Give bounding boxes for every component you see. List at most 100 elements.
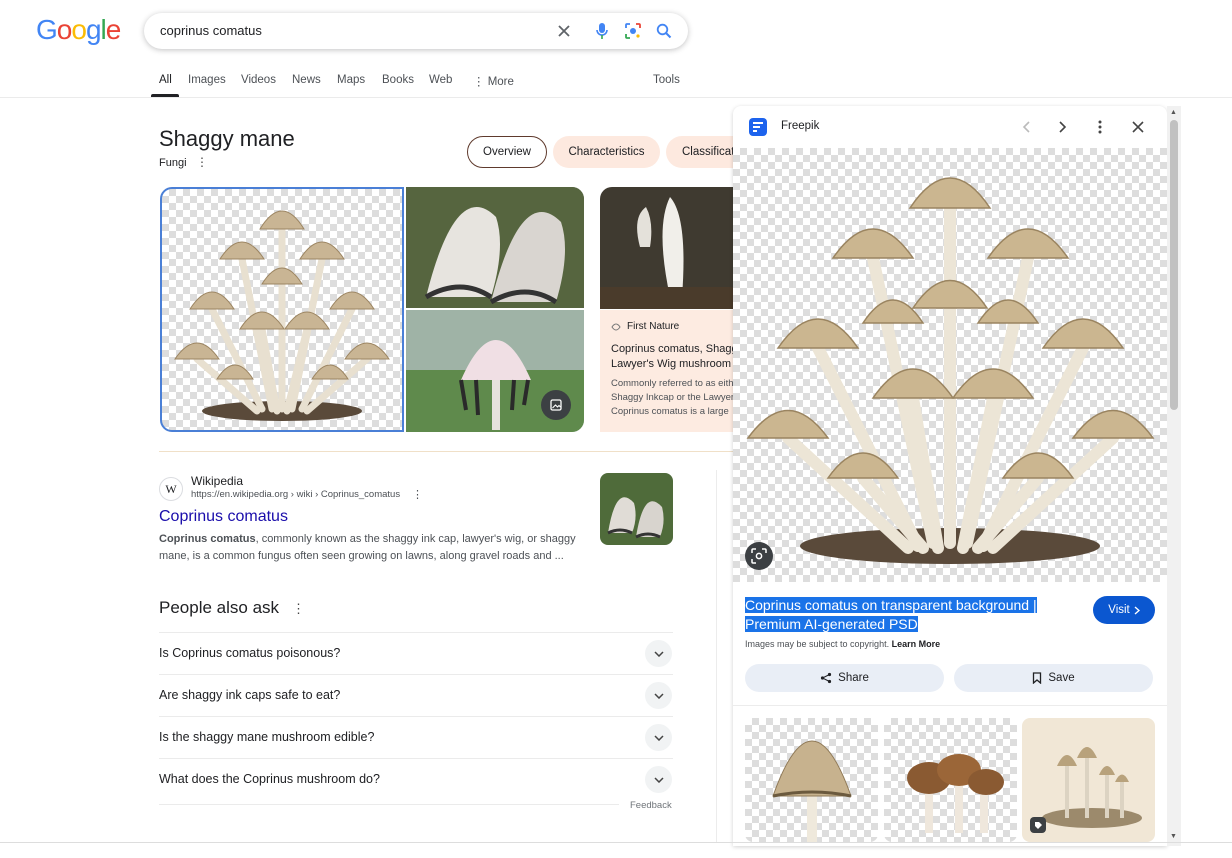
tab-all[interactable]: All xyxy=(159,74,172,86)
feedback-link[interactable]: Feedback xyxy=(630,800,672,811)
entity-title: Shaggy mane xyxy=(159,126,295,151)
share-icon xyxy=(821,672,832,684)
header-divider xyxy=(0,97,1232,98)
close-icon[interactable] xyxy=(1127,116,1149,138)
image-tile-shaggy-bottom[interactable] xyxy=(406,310,584,432)
more-dots-icon: ⋮ xyxy=(473,76,488,88)
search-box[interactable]: coprinus comatus xyxy=(144,13,688,49)
chevron-down-icon[interactable] xyxy=(645,724,672,751)
logo-letter: o xyxy=(56,14,73,45)
paa-question-text: Are shaggy ink caps safe to eat? xyxy=(159,688,341,702)
viewer-scrollbar[interactable]: ▲ ▼ xyxy=(1167,106,1181,846)
save-button[interactable]: Save xyxy=(954,664,1153,692)
paa-question-text: Is the shaggy mane mushroom edible? xyxy=(159,730,375,744)
search-icon[interactable] xyxy=(655,22,673,40)
first-nature-source: First Nature xyxy=(611,321,729,332)
first-nature-card[interactable]: First Nature Coprinus comatus, Shaggy La… xyxy=(600,310,740,432)
learn-more-link[interactable]: Learn More xyxy=(892,639,941,649)
tab-images[interactable]: Images xyxy=(188,74,226,86)
scrollbar-thumb[interactable] xyxy=(1170,120,1178,410)
save-label: Save xyxy=(1048,672,1075,684)
paa-question[interactable]: Is Coprinus comatus poisonous? xyxy=(159,632,673,674)
page-bottom-border xyxy=(0,842,1232,843)
paa-question-text: What does the Coprinus mushroom do? xyxy=(159,772,380,786)
related-image[interactable] xyxy=(1022,718,1155,842)
microphone-icon[interactable] xyxy=(593,22,611,40)
freepik-favicon-icon xyxy=(749,118,767,136)
image-tile-main[interactable] xyxy=(160,187,404,432)
viewer-source-name[interactable]: Freepik xyxy=(781,120,819,132)
google-logo[interactable]: Google xyxy=(36,14,122,46)
wikipedia-favicon-icon: W xyxy=(159,477,183,501)
viewer-image-title[interactable]: Coprinus comatus on transparent backgrou… xyxy=(745,596,1065,634)
tab-books[interactable]: Books xyxy=(382,74,414,86)
tab-maps[interactable]: Maps xyxy=(337,74,365,86)
first-nature-title-line: Lawyer's Wig mushroom xyxy=(611,358,732,370)
tab-more-label: More xyxy=(487,76,514,88)
paa-question[interactable]: Are shaggy ink caps safe to eat? xyxy=(159,674,673,716)
people-also-ask-heading: People also ask xyxy=(159,598,280,617)
result-source-name[interactable]: Wikipedia xyxy=(191,474,243,488)
scroll-up-icon[interactable]: ▲ xyxy=(1170,109,1177,116)
chevron-right-icon xyxy=(1134,605,1140,615)
lens-search-icon[interactable] xyxy=(745,542,773,570)
chevron-down-icon[interactable] xyxy=(645,766,672,793)
paa-question[interactable]: Is the shaggy mane mushroom edible? xyxy=(159,716,673,758)
next-icon[interactable] xyxy=(1052,116,1074,138)
paa-bottom-divider xyxy=(159,804,619,805)
chevron-down-icon[interactable] xyxy=(645,640,672,667)
more-options-icon[interactable]: ⋮ xyxy=(196,155,208,169)
visit-button-label: Visit xyxy=(1108,604,1130,616)
result-title-link[interactable]: Coprinus comatus xyxy=(159,508,288,526)
lens-icon[interactable] xyxy=(624,22,642,40)
mushroom-cluster-large-image xyxy=(746,177,1155,564)
viewer-main-image[interactable] xyxy=(733,148,1167,582)
shaggy-mane-photo xyxy=(406,187,584,308)
tab-news[interactable]: News xyxy=(292,74,321,86)
tab-more[interactable]: ⋮ More xyxy=(473,74,514,88)
first-nature-snippet-line: Commonly referred to as eithe xyxy=(611,378,739,389)
chevron-down-icon[interactable] xyxy=(645,682,672,709)
scroll-down-icon[interactable]: ▼ xyxy=(1170,833,1177,840)
result-thumbnail[interactable] xyxy=(600,473,673,545)
bookmark-icon xyxy=(1033,672,1042,684)
paa-question-text: Is Coprinus comatus poisonous? xyxy=(159,646,341,660)
related-image[interactable] xyxy=(884,718,1017,842)
snippet-bold: Coprinus comatus xyxy=(159,533,256,545)
first-nature-source-label: First Nature xyxy=(627,321,680,332)
image-tile-shaggy-top[interactable] xyxy=(406,187,584,308)
chip-overview[interactable]: Overview xyxy=(467,136,547,168)
column-divider xyxy=(716,470,717,842)
visit-button[interactable]: Visit xyxy=(1093,596,1155,624)
chip-characteristics[interactable]: Characteristics xyxy=(553,136,660,168)
single-mushroom-image xyxy=(772,740,852,842)
tab-web[interactable]: Web xyxy=(429,74,452,86)
previous-icon[interactable] xyxy=(1015,116,1037,138)
copyright-text: Images may be subject to copyright. xyxy=(745,639,890,649)
more-options-icon[interactable] xyxy=(1089,116,1111,138)
clear-icon[interactable] xyxy=(555,22,573,40)
tag-icon xyxy=(1030,817,1046,833)
first-nature-favicon-icon xyxy=(611,323,621,330)
image-search-icon[interactable] xyxy=(541,390,571,420)
paa-question[interactable]: What does the Coprinus mushroom do? xyxy=(159,758,673,800)
first-nature-title: Coprinus comatus, Shaggy Lawyer's Wig mu… xyxy=(611,342,740,372)
related-image[interactable] xyxy=(745,718,878,842)
first-nature-snippet-line: Coprinus comatus is a large xyxy=(611,406,729,417)
tab-tools[interactable]: Tools xyxy=(653,74,680,86)
first-nature-snippet: Commonly referred to as eithe Shaggy Ink… xyxy=(611,377,739,419)
shaggy-thumb-photo xyxy=(600,473,673,545)
paa-options-icon[interactable]: ⋮ xyxy=(292,601,305,617)
shaggy-woods-photo xyxy=(600,187,740,309)
logo-letter: g xyxy=(85,14,102,45)
share-label: Share xyxy=(838,672,869,684)
result-options-icon[interactable]: ⋮ xyxy=(412,488,423,501)
share-button[interactable]: Share xyxy=(745,664,944,692)
search-input[interactable]: coprinus comatus xyxy=(160,23,262,38)
tab-videos[interactable]: Videos xyxy=(241,74,276,86)
brown-mushrooms-image xyxy=(907,754,1004,833)
result-url[interactable]: https://en.wikipedia.org › wiki › Coprin… xyxy=(191,489,400,500)
image-tile-first-nature[interactable] xyxy=(600,187,740,309)
mushroom-cluster-image xyxy=(174,210,390,421)
logo-letter: e xyxy=(105,14,122,45)
